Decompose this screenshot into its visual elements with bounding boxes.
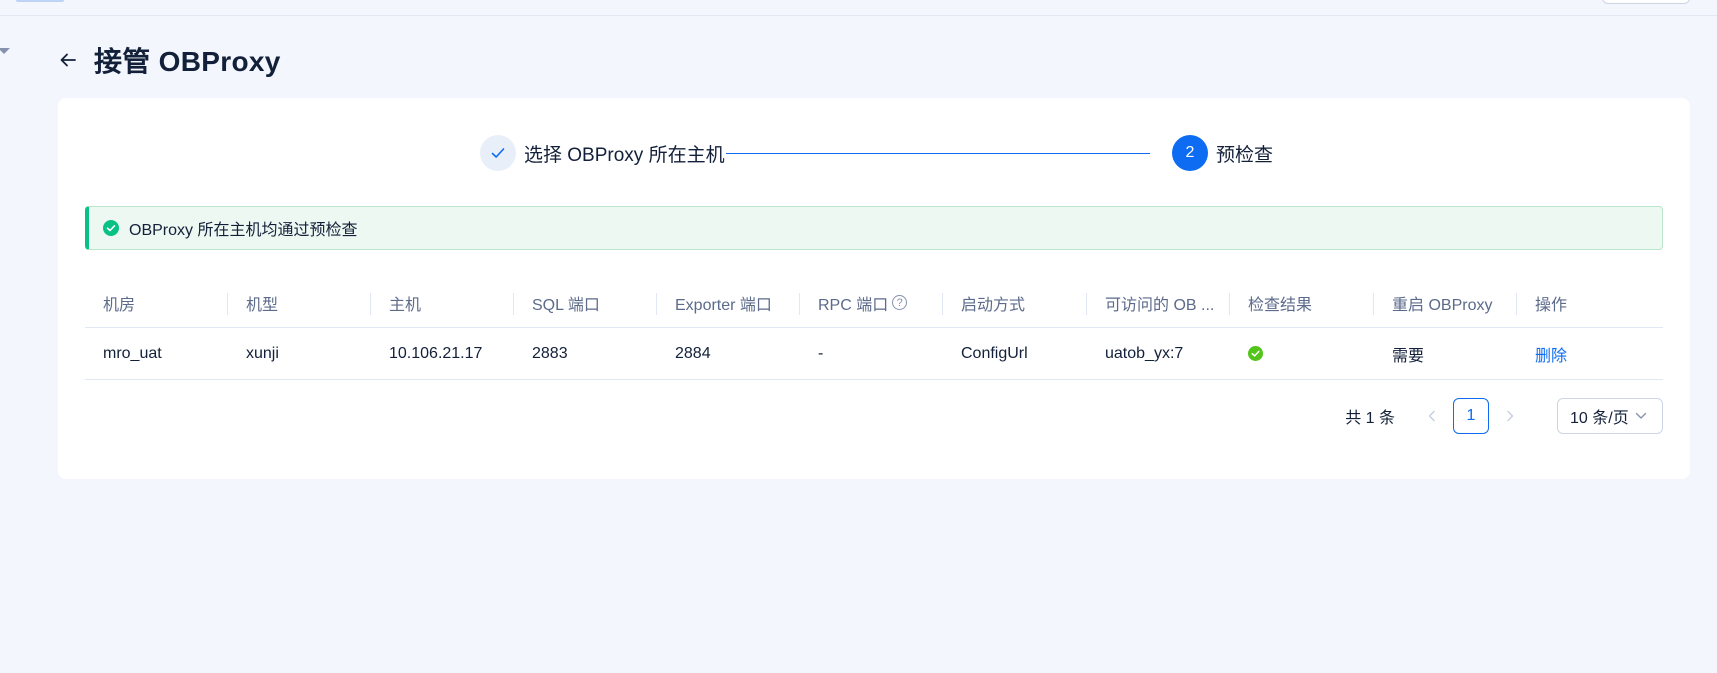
- column-header-restart: 重启 OBProxy: [1374, 278, 1517, 327]
- main-card: 选择 OBProxy 所在主机 2 预检查 OBProxy 所在主机均通过预检查…: [58, 98, 1690, 479]
- column-header-type: 机型: [228, 278, 371, 327]
- success-alert: OBProxy 所在主机均通过预检查: [85, 206, 1663, 250]
- page-size-select[interactable]: 10 条/页: [1557, 398, 1663, 434]
- cell-host: 10.106.21.17: [389, 344, 483, 362]
- column-header-start-mode: 启动方式: [943, 278, 1087, 327]
- chevron-down-icon: [1635, 412, 1646, 419]
- next-page-button[interactable]: [1495, 398, 1525, 434]
- column-header-sql-port: SQL 端口: [514, 278, 657, 327]
- top-tab-indicator: [16, 0, 64, 2]
- chevron-right-icon: [1507, 410, 1514, 422]
- sidebar-caret-icon[interactable]: [0, 48, 10, 54]
- pagination: 共 1 条 1 10 条/页: [1345, 398, 1663, 434]
- delete-link[interactable]: 删除: [1535, 342, 1567, 366]
- step-done-indicator: [480, 135, 516, 171]
- step-connector: [726, 153, 1150, 154]
- step-number: 2: [1172, 135, 1208, 171]
- cell-action: 删除: [1517, 328, 1663, 379]
- step-select-host[interactable]: 选择 OBProxy 所在主机: [480, 134, 725, 172]
- cell-start-mode: ConfigUrl: [961, 344, 1028, 362]
- cell-restart: 需要: [1392, 347, 1425, 365]
- top-bar: [0, 0, 1717, 16]
- column-header-ob-cluster: 可访问的 OB ...: [1087, 278, 1230, 327]
- pagination-total: 共 1 条: [1345, 410, 1395, 427]
- prev-page-button[interactable]: [1417, 398, 1447, 434]
- steps: 选择 OBProxy 所在主机 2 预检查: [480, 134, 1300, 172]
- page-item-1[interactable]: 1: [1453, 398, 1489, 434]
- back-button[interactable]: [58, 50, 78, 70]
- column-header-idc: 机房: [85, 278, 228, 327]
- cell-type: xunji: [246, 344, 279, 362]
- cell-rpc-port: -: [818, 344, 824, 362]
- arrow-left-icon: [60, 53, 76, 67]
- obproxy-table: 机房 机型 主机 SQL 端口 Exporter 端口 RPC 端口 ? 启动方…: [85, 278, 1663, 380]
- step-precheck: 2 预检查: [1172, 134, 1273, 172]
- check-circle-icon: [103, 220, 119, 236]
- cell-idc: mro_uat: [103, 344, 162, 362]
- column-header-rpc-port: RPC 端口 ?: [800, 278, 943, 327]
- table-header: 机房 机型 主机 SQL 端口 Exporter 端口 RPC 端口 ? 启动方…: [85, 278, 1663, 328]
- column-header-action: 操作: [1535, 296, 1568, 314]
- column-header-exporter-port: Exporter 端口: [657, 278, 800, 327]
- page-size-value: 10 条/页: [1570, 410, 1629, 427]
- check-icon: [491, 148, 505, 158]
- check-circle-icon: [1248, 346, 1263, 361]
- cell-ob-cluster: uatob_yx:7: [1105, 344, 1184, 362]
- cell-sql-port: 2883: [532, 344, 568, 362]
- question-circle-icon[interactable]: ?: [892, 295, 908, 310]
- alert-message: OBProxy 所在主机均通过预检查: [129, 222, 358, 239]
- rpc-port-label: RPC 端口: [818, 296, 889, 314]
- page-header: 接管 OBProxy: [58, 42, 281, 78]
- chevron-left-icon: [1428, 410, 1435, 422]
- top-right-button[interactable]: [1602, 0, 1690, 4]
- step-label: 选择 OBProxy 所在主机: [524, 144, 725, 166]
- cell-exporter-port: 2884: [675, 344, 711, 362]
- cell-check-result: [1230, 328, 1374, 379]
- column-header-host: 主机: [371, 278, 514, 327]
- page-title: 接管 OBProxy: [94, 46, 281, 77]
- column-header-check-result: 检查结果: [1230, 278, 1374, 327]
- step-label: 预检查: [1216, 144, 1274, 166]
- table-row: mro_uat xunji 10.106.21.17 2883 2884 - C…: [85, 328, 1663, 380]
